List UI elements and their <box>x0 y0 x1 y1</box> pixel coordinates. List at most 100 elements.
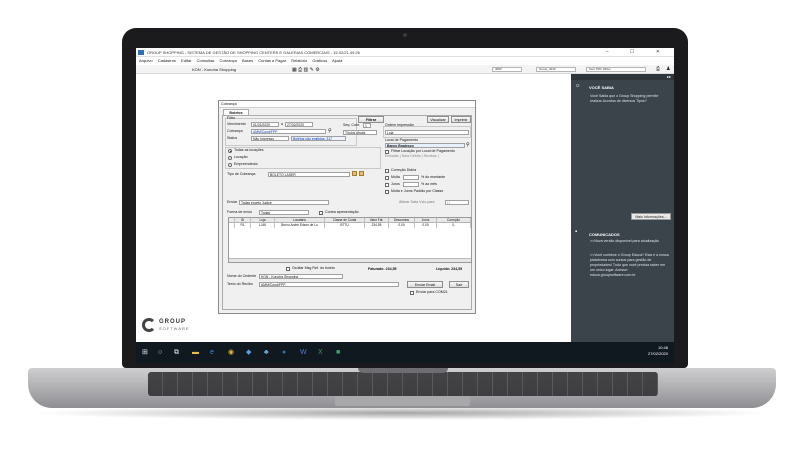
correcao-checkbox[interactable] <box>385 169 389 173</box>
sair-button[interactable]: Sair <box>449 281 469 288</box>
menu-bases[interactable]: Bases <box>242 58 253 63</box>
boletos-grid[interactable]: ID Loja Locatário Classe de Conta Valor … <box>228 217 472 263</box>
texto-recibo-field[interactable]: AMM/Cond/FPP <box>259 282 399 287</box>
menu-cadastros[interactable]: Cadastros <box>158 58 176 63</box>
todas-locacoes-label: Todas as locações <box>234 148 264 152</box>
toolbar-print-icon[interactable]: ⎙ <box>656 65 660 74</box>
table-row[interactable]: R1 LJ46 Bruno André Edson de Lu BTTU 234… <box>229 223 471 228</box>
empreendedor-label: Empreendedor <box>234 162 258 166</box>
cobranca-field[interactable]: AMM/Cond/FPP <box>251 129 326 134</box>
tipo-cobranca-label: Tipo de Cobrança <box>227 172 256 176</box>
dialog-body: Filtro Vencimento 01/01/2020 a 27/02/202… <box>222 115 472 310</box>
tipo-cobranca-select[interactable]: BOLETO LASER <box>268 172 350 177</box>
chat-app-icon[interactable]: ● <box>282 348 286 357</box>
mais-informacoes-button[interactable]: Mais Informações... <box>631 213 671 220</box>
side-panel: ▸▸ ☼ VOCÊ SABIA Você Sabia que o Group S… <box>571 74 674 342</box>
search-icon[interactable]: ○ <box>158 348 162 357</box>
group-logo-mark <box>142 318 156 332</box>
menu-contas-a-pagar[interactable]: Contas a Pagar <box>258 58 286 63</box>
toolbar-icons[interactable]: ▦ ⎙ ▥ ✎ ⚙ <box>292 66 320 75</box>
filtrar-button[interactable]: Filtrar <box>358 116 384 123</box>
toolbar: KON - Konoha Shopping ▦ ⎙ ▥ ✎ ⚙ 4050 Gro… <box>136 65 674 74</box>
empreendedor-radio[interactable] <box>228 163 232 167</box>
filtro-label: Filtro <box>227 116 235 120</box>
folder-icon[interactable] <box>352 171 357 176</box>
grid-cell-juros: 0,00 <box>415 223 437 228</box>
enviar-email-button[interactable]: Enviar Email <box>407 281 443 288</box>
edit-folder-icon[interactable] <box>359 171 364 176</box>
alterar-data-field[interactable]: / / <box>445 200 469 205</box>
group-shopping-taskbar-icon[interactable]: ■ <box>336 348 340 357</box>
nome-cedente-field[interactable]: KON - Konoha Shopping <box>259 274 343 279</box>
windows-start-icon[interactable]: ⊞ <box>142 348 148 357</box>
nome-cedente-label: Nome do Cedente <box>227 274 257 278</box>
multa-checkbox[interactable] <box>385 176 389 180</box>
menu-arquivo[interactable]: Arquivo <box>139 58 153 63</box>
grid-horizontal-scrollbar[interactable] <box>229 258 471 262</box>
toolbar-field-user[interactable]: Group_4010 <box>536 67 576 72</box>
vencimento-de-field[interactable]: 01/01/2020 <box>251 122 279 127</box>
task-view-icon[interactable]: ⧉ <box>174 348 179 357</box>
toolbar-user-icon[interactable]: ♟ <box>666 65 670 74</box>
menu-graficos[interactable]: Gráficos <box>312 58 327 63</box>
menu-relatorio[interactable]: Relatório <box>291 58 307 63</box>
vencimento-a-label: a <box>281 122 283 126</box>
edge-icon[interactable]: e <box>210 348 214 357</box>
imprimir-button[interactable]: Imprimir <box>451 116 471 123</box>
toolbar-field-code[interactable]: 4050 <box>492 67 522 72</box>
seq-cobr-field[interactable]: 1 <box>363 123 371 128</box>
binoculars-icon[interactable]: ⚲ <box>328 128 332 134</box>
enviar-select[interactable]: Todas exceto Judice <box>239 200 329 205</box>
multa-field[interactable] <box>403 175 419 180</box>
forma-envio-select[interactable]: Todas <box>259 210 309 215</box>
app-icon <box>138 50 144 55</box>
menu-consultas[interactable]: Consultas <box>197 58 215 63</box>
store-app-icon[interactable]: ◆ <box>246 348 251 357</box>
grid-cell-id: R1 <box>235 223 251 228</box>
teams-icon[interactable]: ♣ <box>264 348 269 357</box>
chrome-icon[interactable]: ◉ <box>228 348 234 357</box>
titulos-select[interactable]: Títulos Atuais <box>343 130 377 135</box>
word-icon[interactable]: W <box>300 348 307 357</box>
emissao-tabs[interactable]: Emissão | Nota Débito | Recibos | <box>385 154 439 159</box>
laptop-hinge-notch <box>358 368 448 373</box>
ordem-select[interactable]: Loja <box>385 130 469 135</box>
locacao-radio[interactable] <box>228 156 232 160</box>
taskbar-clock[interactable]: 10:48 27/02/2020 <box>648 345 668 357</box>
cobranca-dialog: Cobrança Boletos Filtro Vencimento 01/01… <box>218 100 476 314</box>
grid-cell-classe: BTTU <box>325 223 365 228</box>
side-panel-expand-icon[interactable]: ▸▸ <box>571 74 674 80</box>
local-pagamento-field[interactable]: Banco Bradesco <box>385 143 465 148</box>
juros-field[interactable] <box>403 182 419 187</box>
juros-suffix: % ao mês <box>421 182 437 186</box>
clock-date: 27/02/2020 <box>647 351 668 356</box>
ocultar-msg-checkbox[interactable] <box>286 267 290 271</box>
voce-sabia-title: VOCÊ SABIA <box>589 85 614 90</box>
menu-cobranca[interactable]: Cobrança <box>220 58 237 63</box>
windows-taskbar: ⊞ ○ ⧉ ▬ e ◉ ◆ ♣ ● W X ■ 10:48 27/02/2020 <box>136 342 674 363</box>
excel-icon[interactable]: X <box>318 348 323 357</box>
contra-apresentacao-checkbox[interactable] <box>319 211 323 215</box>
multa-juros-padrao-checkbox[interactable] <box>385 190 389 194</box>
menu-bar: Arquivo Cadastros Editar Consultas Cobra… <box>136 57 674 65</box>
status-select[interactable]: Não Impresso <box>251 136 289 141</box>
correcao-label: Correção Diária <box>391 168 417 172</box>
file-explorer-icon[interactable]: ▬ <box>192 348 199 357</box>
comunicados-text-1: >>Nova versão disponível para atualizaçã… <box>590 239 659 243</box>
cobranca-label: Cobrança <box>227 129 243 133</box>
local-pagamento-binoculars-icon[interactable]: ⚲ <box>466 142 470 148</box>
visualizar-button[interactable]: Visualizar <box>427 116 449 123</box>
menu-ajuda[interactable]: Ajuda <box>332 58 342 63</box>
window-controls[interactable]: – ☐ ✕ <box>606 48 670 57</box>
comunicados-text-2[interactable]: >>Você conhece o Group Educa? Esta é a n… <box>590 253 670 278</box>
vencimento-ate-field[interactable]: 27/02/2020 <box>285 122 313 127</box>
menu-editar[interactable]: Editar <box>181 58 191 63</box>
toolbar-field-printer[interactable]: Sem PDF Writer <box>586 67 646 72</box>
grid-cell-descontos: 0,00 <box>389 223 415 228</box>
status-label: Status <box>227 136 238 140</box>
juros-checkbox[interactable] <box>385 183 389 187</box>
forma-envio-label: Forma de envio <box>227 210 252 214</box>
app-title: GROUP SHOPPING - SISTEMA DE GESTÃO DE SH… <box>147 50 360 55</box>
todas-locacoes-radio[interactable] <box>228 149 232 153</box>
enviar-com21-checkbox[interactable] <box>410 291 414 295</box>
